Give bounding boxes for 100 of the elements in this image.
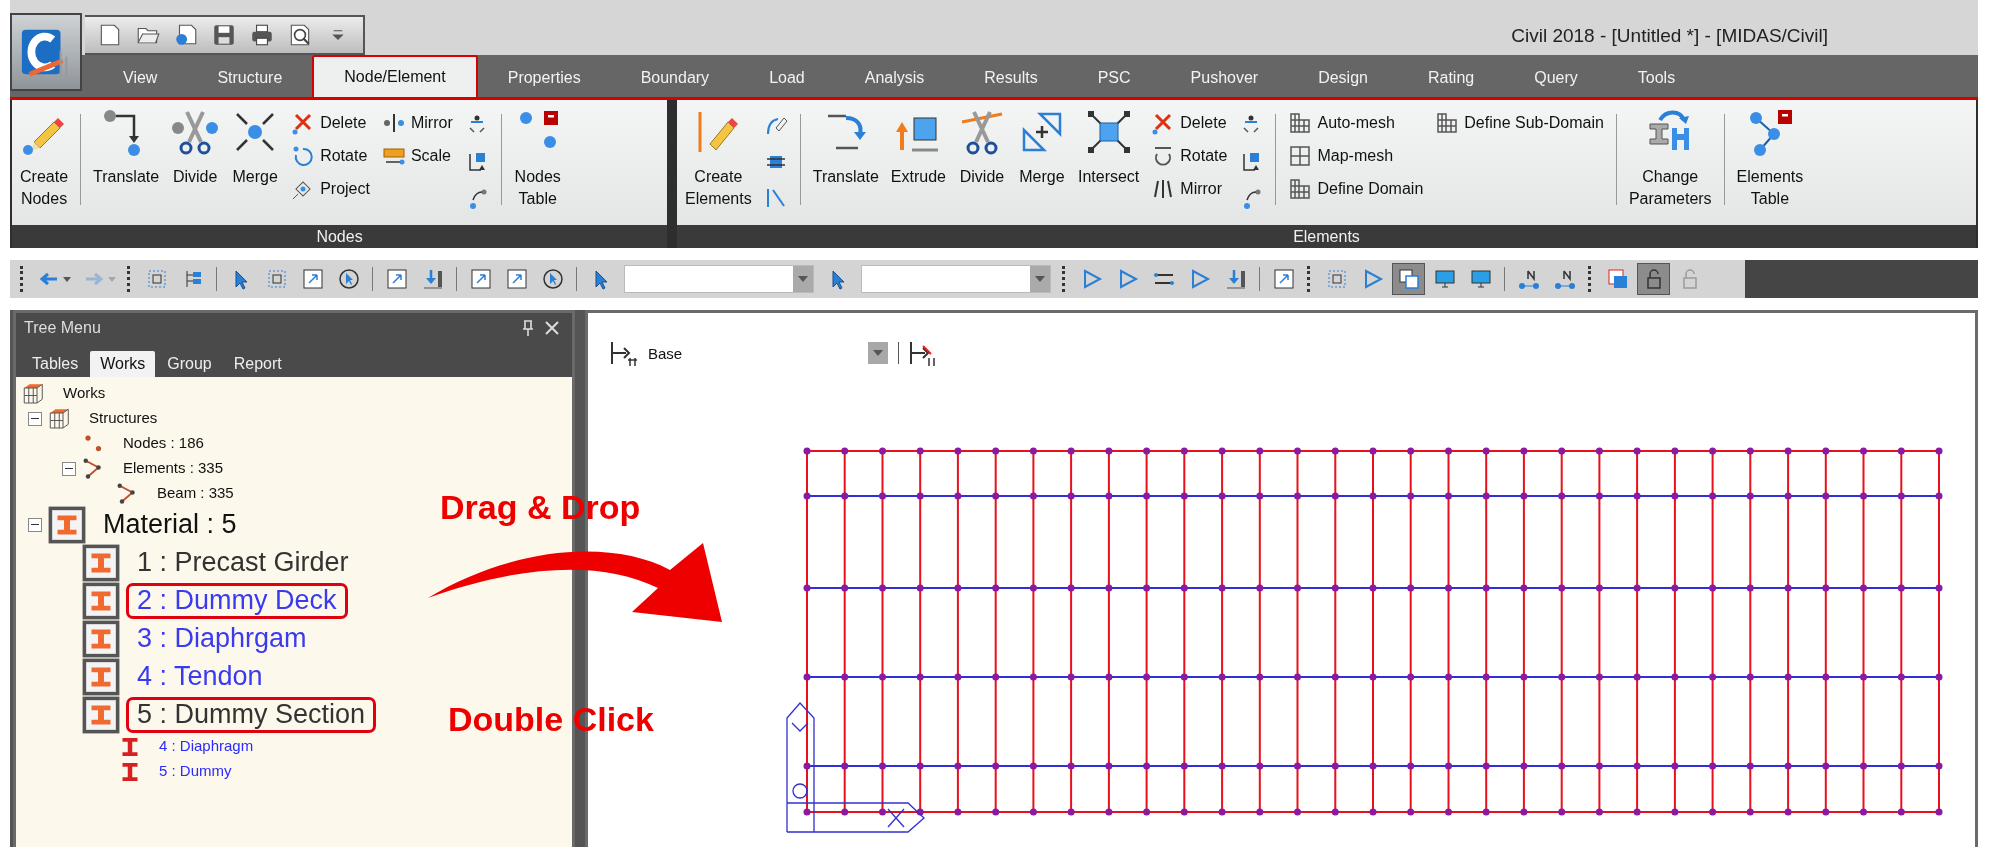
ribbon-button[interactable]: Define Sub-Domain [1433,108,1606,138]
mirror-icon [381,111,406,135]
printer-icon [249,22,275,48]
overlapping-boxes-icon [1396,267,1421,291]
tree-item[interactable]: Material : 5 [92,507,248,543]
ribbon-button[interactable]: Elements Table [1734,108,1806,219]
tree-item[interactable]: 4 : Diaphragm [148,735,265,758]
monitor-icon [1432,267,1457,291]
ribbon-tab[interactable]: Load [739,59,835,97]
ribbon-tab[interactable]: Tools [1607,59,1706,97]
section-box-icon [82,620,120,658]
panel-tab[interactable]: Report [223,351,292,377]
ribbon-button[interactable]: Delete [289,108,372,138]
ribbon-tab[interactable]: Results [954,59,1068,97]
ribbon-tab[interactable]: Query [1504,59,1608,97]
tree-item[interactable]: 5 : Dummy [148,760,243,783]
ribbon-tab[interactable]: Rating [1397,59,1505,97]
ribbon-button[interactable]: Scale [379,141,455,171]
group-label: Elements [677,225,1976,248]
section-box-icon [82,658,120,696]
pin-icon [520,319,536,337]
ribbon-button[interactable]: Create Elements [683,108,754,219]
tree-item[interactable]: Elements : 335 [112,457,235,480]
tree-item[interactable]: 1 : Precast Girder [126,545,360,581]
ribbon-tab[interactable]: PSC [1067,59,1161,97]
expand-toggle[interactable] [28,411,42,426]
ribbon-button[interactable]: Auto-mesh [1286,108,1426,138]
tree-item[interactable]: 5 : Dummy Section [126,697,377,733]
ribbon-button[interactable]: Rotate [1149,141,1230,171]
rotate-icon [291,144,316,168]
caret-icon [108,276,116,282]
story-level-icon [909,340,938,366]
ribbon-button[interactable]: Mirror [379,108,455,138]
ribbon-button[interactable]: Project [289,174,372,204]
ribbon-tab[interactable]: View [93,59,188,97]
window-icon [1605,267,1630,291]
section-box-icon [82,696,120,734]
dropdown-button[interactable] [868,342,889,364]
dropdown-field[interactable] [624,265,814,293]
tree-item[interactable]: Nodes : 186 [112,432,215,455]
close-icon [544,320,560,336]
window-icon [384,267,409,291]
ribbon-button[interactable]: Merge [1015,108,1068,219]
caret-icon [798,276,808,282]
application-button[interactable] [10,13,82,91]
info-document-icon [173,22,199,48]
panel-title: Tree Menu [24,319,102,337]
window-icon [1271,267,1296,291]
expand-toggle[interactable] [28,518,42,532]
monitor-icon [1468,267,1493,291]
ribbon-tab[interactable]: Design [1288,59,1398,97]
panel-tab[interactable]: Group [157,351,222,377]
window-icon [300,267,325,291]
ribbon-button[interactable]: Define Domain [1286,174,1426,204]
section-box-icon [48,506,86,544]
grid-icon [1435,111,1460,135]
ribbon-button[interactable]: Mirror [1149,174,1230,204]
story-label: Base [648,344,683,362]
ribbon-tab[interactable]: Node/Element [312,55,478,97]
ribbon-button[interactable]: Intersect [1075,108,1142,219]
ribbon-button[interactable]: Change Parameters [1626,108,1714,219]
ribbon-tab[interactable]: Structure [187,59,313,97]
window-icon [504,267,529,291]
ribbon-button[interactable]: Divide [169,108,222,219]
ribbon-tab[interactable]: Properties [477,59,611,97]
panel-tab[interactable]: Tables [22,351,89,377]
ribbon-tab[interactable]: Pushover [1160,59,1289,97]
tree-item[interactable]: 3 : Diaphrgam [126,621,318,657]
ribbon-button[interactable]: Extrude [888,108,948,219]
ribbon-button[interactable]: Map-mesh [1286,141,1426,171]
tree-item[interactable]: Structures [78,407,169,430]
tree-item[interactable]: 2 : Dummy Deck [126,583,348,619]
circle-pointer-icon [540,267,565,291]
window-icon [468,267,493,291]
panel-tab[interactable]: Works [90,351,156,377]
tree-item[interactable]: Works [52,382,117,405]
section-box-icon [82,544,120,582]
tree-item[interactable]: 4 : Tendon [126,659,274,695]
ribbon-tab[interactable]: Analysis [834,59,955,97]
ribbon-button[interactable]: Merge [229,108,282,219]
ribbon-button[interactable]: Divide [955,108,1008,219]
expand-toggle[interactable] [62,461,76,476]
toolbar-button[interactable] [1392,263,1425,295]
grid-icon [1288,177,1313,201]
group-label: Nodes [12,225,667,248]
ribbon-button[interactable]: Rotate [289,141,372,171]
caret-icon [873,350,884,356]
ribbon-button[interactable]: Create Nodes [18,108,71,219]
grid-icon [1288,144,1313,168]
ribbon-button[interactable]: Translate [810,108,881,219]
ribbon-button[interactable]: Nodes Table [511,108,564,219]
tree-item[interactable]: Beam : 335 [146,482,245,505]
ribbon-button[interactable]: Delete [1149,108,1230,138]
story-level-icon [610,340,638,366]
ribbon-tab[interactable]: Boundary [610,59,740,97]
dropdown-field[interactable] [861,265,1051,293]
window-title: Civil 2018 - [Untitled *] - [MIDAS/Civil] [1511,25,1828,47]
grid-icon [1288,111,1313,135]
ribbon-button[interactable]: Translate [91,108,162,219]
save-icon [211,22,237,48]
